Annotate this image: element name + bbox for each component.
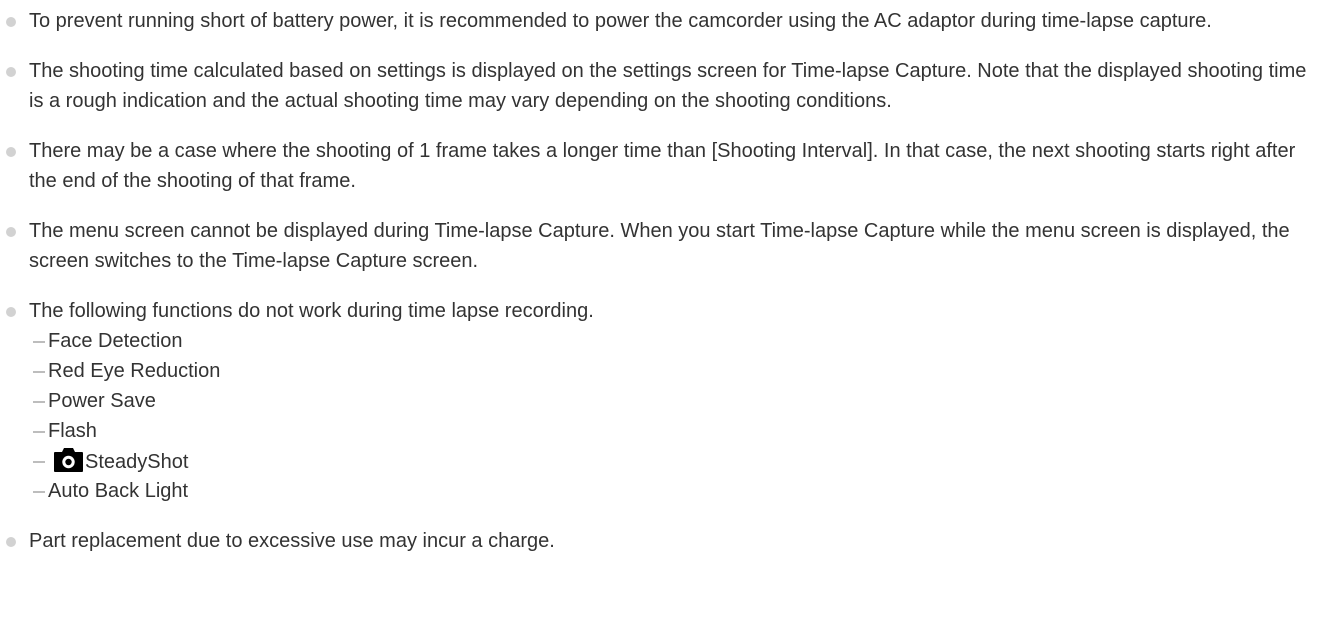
function-label: Red Eye Reduction <box>48 360 221 382</box>
function-item: SteadyShot <box>29 446 1320 476</box>
bullet-icon <box>6 307 16 317</box>
note-text: The following functions do not work duri… <box>29 300 594 322</box>
dash-icon <box>33 341 45 343</box>
function-item: Power Save <box>29 386 1320 416</box>
note-item-functions: The following functions do not work duri… <box>0 296 1320 506</box>
notes-list: To prevent running short of battery powe… <box>0 0 1320 556</box>
bullet-icon <box>6 227 16 237</box>
function-label: Power Save <box>48 390 156 412</box>
bullet-icon <box>6 67 16 77</box>
function-item: Flash <box>29 416 1320 446</box>
function-label: Auto Back Light <box>48 480 189 502</box>
function-item: Auto Back Light <box>29 476 1320 506</box>
note-item: To prevent running short of battery powe… <box>0 0 1320 36</box>
still-camera-icon <box>54 448 83 472</box>
note-text: Part replacement due to excessive use ma… <box>29 530 555 552</box>
function-label: Face Detection <box>48 330 183 352</box>
note-item: Part replacement due to excessive use ma… <box>0 526 1320 556</box>
note-item: The shooting time calculated based on se… <box>0 56 1320 116</box>
bullet-icon <box>6 17 16 27</box>
function-item: Face Detection <box>29 326 1320 356</box>
dash-icon <box>33 401 45 403</box>
bullet-icon <box>6 537 16 547</box>
note-text: There may be a case where the shooting o… <box>29 140 1296 192</box>
note-text: To prevent running short of battery powe… <box>29 10 1212 32</box>
note-item: There may be a case where the shooting o… <box>0 136 1320 196</box>
function-label: SteadyShot <box>85 451 189 473</box>
function-item: Red Eye Reduction <box>29 356 1320 386</box>
dash-icon <box>33 461 45 463</box>
note-text: The shooting time calculated based on se… <box>29 60 1307 112</box>
disabled-functions-list: Face Detection Red Eye Reduction Power S… <box>29 326 1320 506</box>
dash-icon <box>33 431 45 433</box>
note-item: The menu screen cannot be displayed duri… <box>0 216 1320 276</box>
dash-icon <box>33 491 45 493</box>
function-label: Flash <box>48 420 97 442</box>
note-text: The menu screen cannot be displayed duri… <box>29 220 1290 272</box>
bullet-icon <box>6 147 16 157</box>
dash-icon <box>33 371 45 373</box>
